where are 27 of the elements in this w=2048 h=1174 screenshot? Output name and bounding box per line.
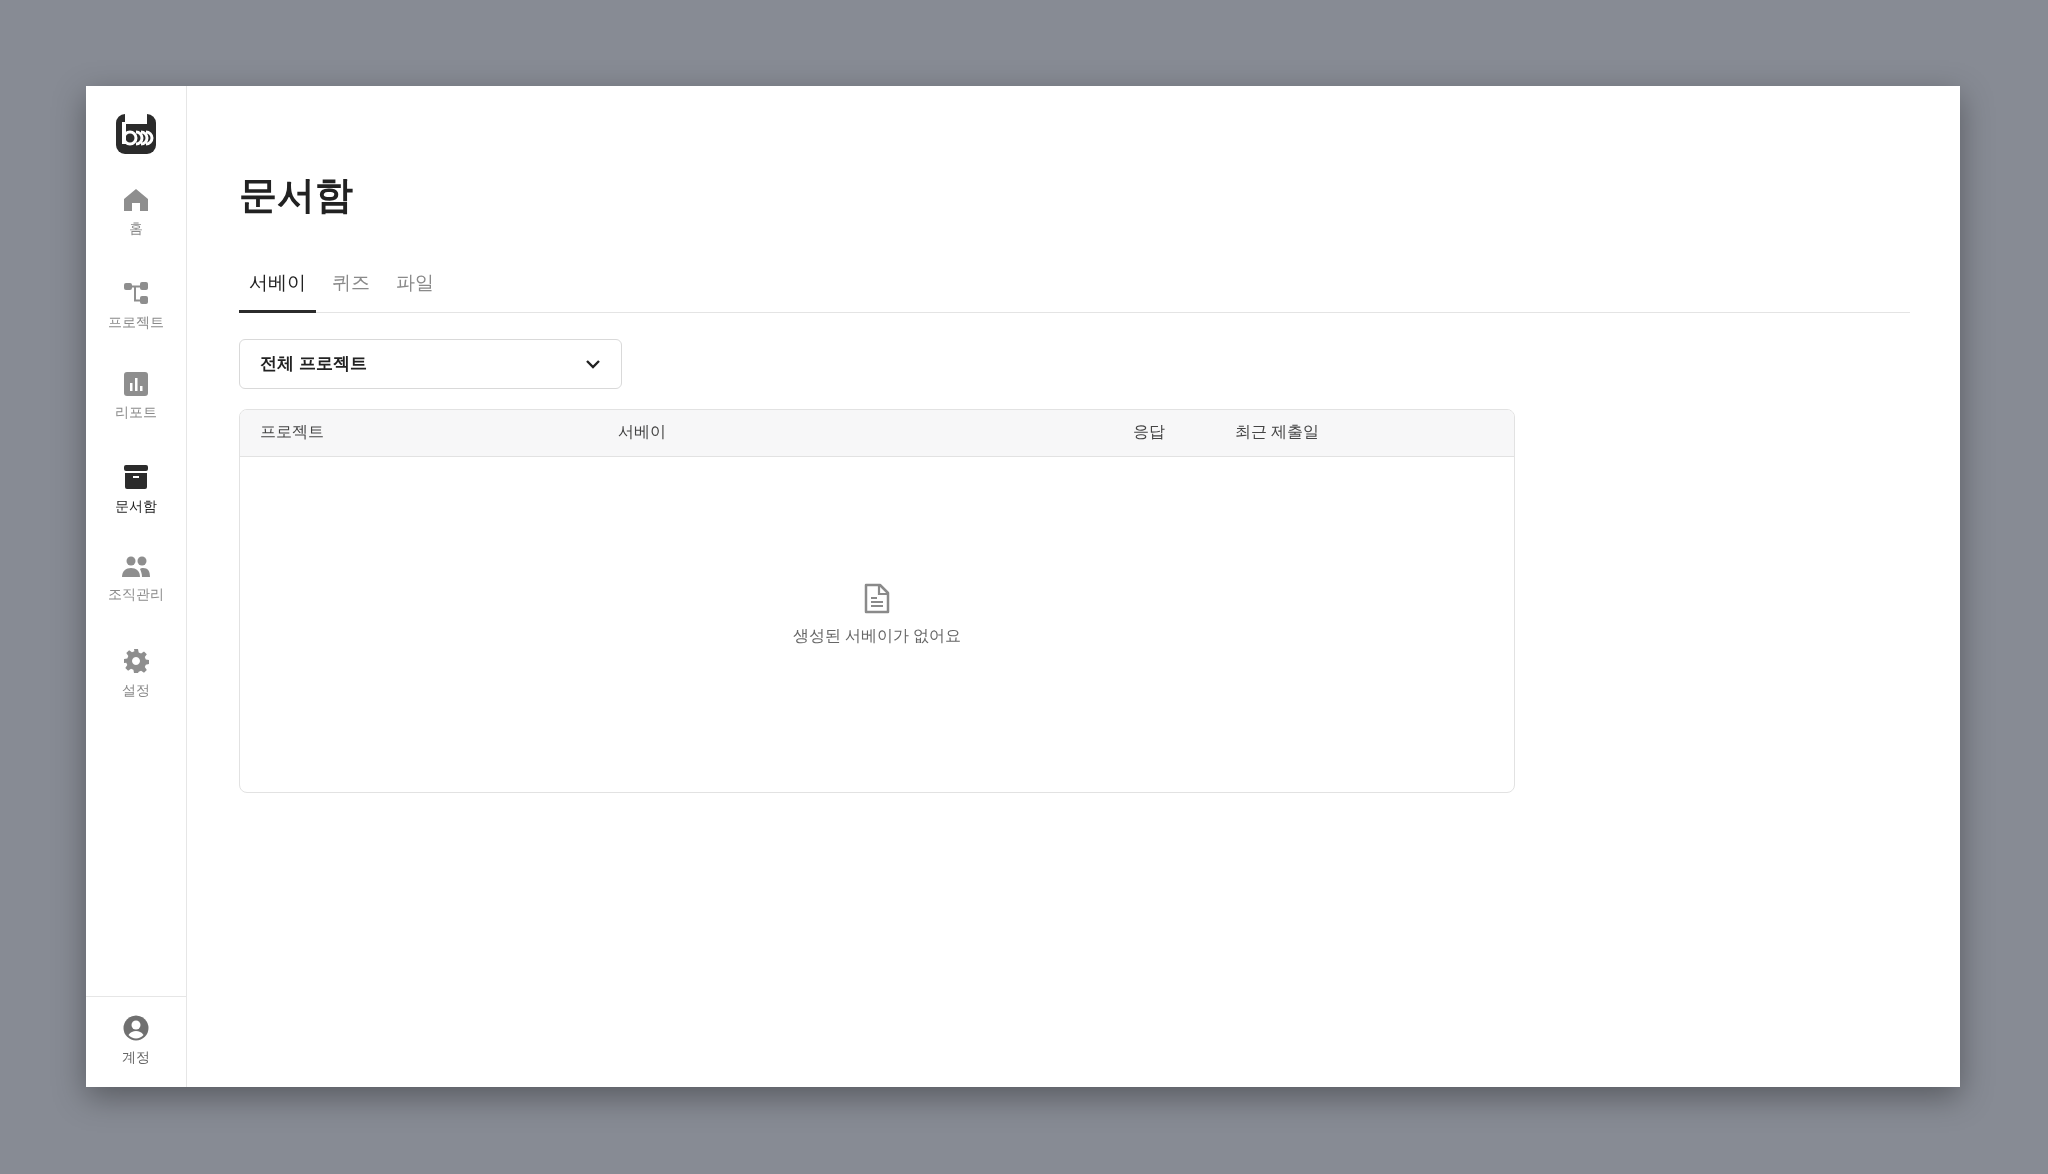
column-header: 서베이 — [618, 422, 667, 442]
document-icon — [864, 583, 890, 614]
tab[interactable]: 파일 — [386, 258, 444, 313]
sidebar-item[interactable]: 리포트 — [86, 372, 186, 464]
logo[interactable] — [116, 114, 156, 154]
chevron-down-icon — [585, 358, 601, 369]
home-icon — [123, 188, 149, 212]
column-header: 최근 제출일 — [1235, 422, 1321, 442]
empty-message: 생성된 서베이가 없어요 — [792, 626, 962, 646]
archive-box-icon — [123, 464, 149, 490]
page-title: 문서함 — [239, 176, 354, 214]
tab[interactable]: 퀴즈 — [322, 258, 380, 313]
account-icon — [123, 1015, 149, 1041]
tab[interactable]: 서베이 — [239, 258, 316, 313]
bar-chart-icon — [124, 372, 148, 396]
column-header: 프로젝트 — [260, 422, 325, 442]
sidebar-item[interactable]: 설정 — [86, 648, 186, 740]
sidebar-item[interactable]: 조직관리 — [86, 556, 186, 648]
sidebar-item[interactable]: 홈 — [86, 188, 186, 280]
column-header: 응답 — [1133, 422, 1166, 442]
flowchart-icon — [123, 280, 149, 306]
settings-icon — [123, 648, 149, 674]
people-icon — [121, 556, 151, 578]
project-dropdown[interactable]: 전체 프로젝트 — [239, 338, 622, 389]
sidebar-item[interactable]: 문서함 — [86, 464, 186, 556]
sidebar-item[interactable]: 계정 — [86, 1015, 186, 1067]
sidebar-item[interactable]: 프로젝트 — [86, 280, 186, 372]
